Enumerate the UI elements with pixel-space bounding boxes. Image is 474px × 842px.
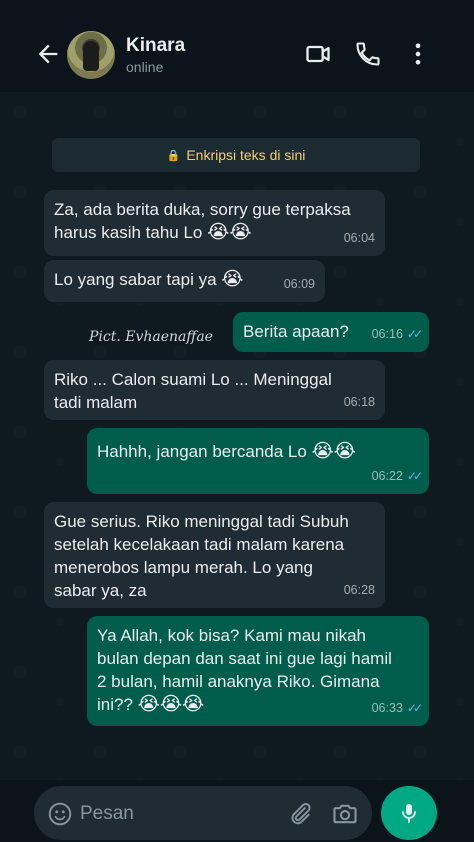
message-time: 06:18 <box>343 395 375 409</box>
read-ticks-icon: ✓✓ <box>406 469 423 483</box>
crying-emoji: 😭 <box>221 269 244 290</box>
crying-emoji: 😭😭 <box>207 222 252 243</box>
avatar[interactable] <box>67 31 115 79</box>
message-text: ini?? <box>97 695 133 714</box>
voice-call-icon[interactable] <box>354 40 382 68</box>
encryption-notice[interactable]: 🔒 Enkripsi teks di sini <box>52 138 420 172</box>
message-outgoing[interactable]: Berita apaan? 06:16 ✓✓ <box>233 312 429 352</box>
crying-emoji: 😭😭 <box>311 441 356 462</box>
camera-icon[interactable] <box>331 800 359 828</box>
message-time: 06:04 <box>343 231 375 245</box>
message-text: 2 bulan, hamil anaknya Riko. Gimana <box>97 672 380 691</box>
message-time: 06:22 ✓✓ <box>372 465 423 488</box>
emoji-icon[interactable] <box>47 801 73 827</box>
chat-header: Kinara online <box>0 0 474 92</box>
lock-icon: 🔒 <box>166 149 181 162</box>
message-text: Ya Allah, kok bisa? Kami mau nikah <box>97 626 366 645</box>
message-time: 06:33 ✓✓ <box>372 697 423 720</box>
contact-status: online <box>126 59 164 75</box>
message-text: Riko ... Calon suami Lo ... Meninggal <box>54 370 332 389</box>
message-text: Gue serius. Riko meninggal tadi Subuh <box>54 512 349 531</box>
attach-icon[interactable] <box>287 801 313 827</box>
watermark: Pict. Evhaenaffae <box>89 329 213 345</box>
message-text: setelah kecelakaan tadi malam karena <box>54 535 345 554</box>
more-options-icon[interactable] <box>404 40 432 68</box>
message-time: 06:28 <box>343 583 375 597</box>
contact-name[interactable]: Kinara <box>126 35 185 57</box>
message-text: harus kasih tahu Lo <box>54 223 203 242</box>
message-text: Hahhh, jangan bercanda Lo <box>97 442 307 461</box>
message-time: 06:09 <box>283 277 315 291</box>
message-outgoing[interactable]: Ya Allah, kok bisa? Kami mau nikah bulan… <box>87 616 429 726</box>
message-input[interactable]: Pesan <box>80 803 134 825</box>
message-text: bulan depan dan saat ini gue lagi hamil <box>97 649 392 668</box>
read-ticks-icon: ✓✓ <box>406 327 423 341</box>
message-time: 06:16 ✓✓ <box>372 323 423 346</box>
mic-button[interactable] <box>381 786 437 840</box>
mic-icon <box>402 804 416 823</box>
read-ticks-icon: ✓✓ <box>406 701 423 715</box>
encryption-text: Enkripsi teks di sini <box>186 147 306 163</box>
message-incoming[interactable]: Riko ... Calon suami Lo ... Meninggal ta… <box>44 360 385 420</box>
video-call-icon[interactable] <box>304 40 332 68</box>
back-arrow-icon[interactable] <box>34 40 62 68</box>
message-text: menerobos lampu merah. Lo yang <box>54 558 313 577</box>
message-text: sabar ya, za <box>54 581 147 600</box>
message-text: Lo yang sabar tapi ya <box>54 270 217 289</box>
message-incoming[interactable]: Gue serius. Riko meninggal tadi Subuh se… <box>44 502 385 608</box>
message-text: tadi malam <box>54 393 138 412</box>
crying-emoji: 😭😭😭 <box>137 694 205 715</box>
message-incoming[interactable]: Za, ada berita duka, sorry gue terpaksa … <box>44 190 385 256</box>
message-incoming[interactable]: Lo yang sabar tapi ya 😭 06:09 <box>44 260 325 302</box>
message-text: Za, ada berita duka, sorry gue terpaksa <box>54 200 351 219</box>
message-outgoing[interactable]: Hahhh, jangan bercanda Lo 😭😭 06:22 ✓✓ <box>87 428 429 494</box>
